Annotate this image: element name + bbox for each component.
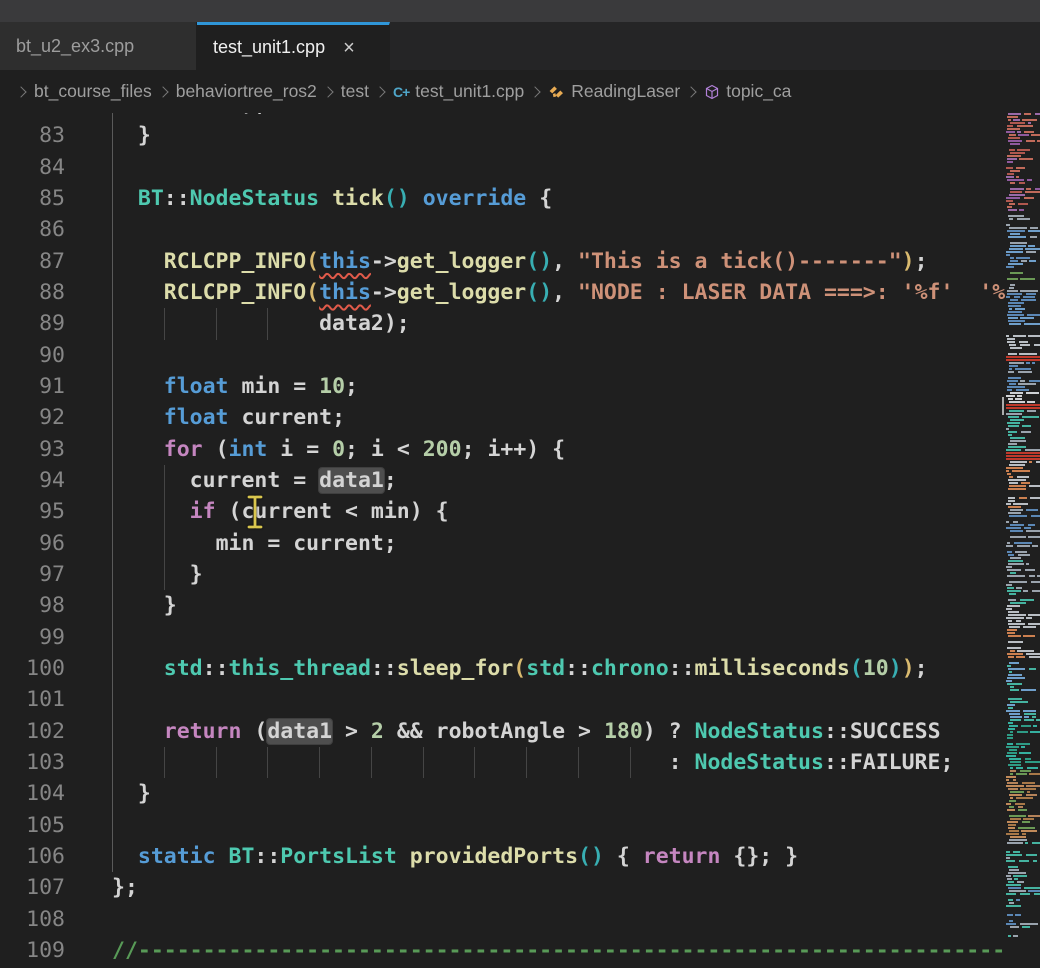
- code-line-98[interactable]: 98 }: [0, 590, 1040, 621]
- line-number[interactable]: 93: [0, 434, 65, 465]
- code-line-105[interactable]: 105: [0, 810, 1040, 841]
- line-number[interactable]: 89: [0, 308, 65, 339]
- class-icon: [548, 83, 565, 100]
- title-bar: [0, 0, 1040, 22]
- code-line-103[interactable]: 103 : NodeStatus::FAILURE;: [0, 747, 1040, 778]
- breadcrumb: bt_course_files behaviortree_ros2 test C+te…: [0, 70, 1040, 113]
- chevron-right-icon: [157, 86, 168, 97]
- chevron-right-icon: [530, 86, 541, 97]
- code-line-100[interactable]: 100 std::this_thread::sleep_for(std::chr…: [0, 653, 1040, 684]
- line-number[interactable]: 107: [0, 872, 65, 903]
- indent-guide: [112, 340, 113, 371]
- line-number[interactable]: 98: [0, 590, 65, 621]
- code-line-102[interactable]: 102 return (data1 > 2 && robotAngle > 18…: [0, 716, 1040, 747]
- line-number[interactable]: 96: [0, 528, 65, 559]
- code-line-94[interactable]: 94 current = data1;: [0, 465, 1040, 496]
- code-line-90[interactable]: 90: [0, 340, 1040, 371]
- line-number[interactable]: 94: [0, 465, 65, 496]
- line-number[interactable]: 85: [0, 183, 65, 214]
- line-number[interactable]: 92: [0, 402, 65, 433]
- tab-bt_u2_ex3[interactable]: bt_u2_ex3.cpp: [0, 22, 197, 70]
- minimap-handle[interactable]: [1002, 397, 1004, 415]
- chevron-right-icon: [374, 86, 385, 97]
- line-number[interactable]: 83: [0, 120, 65, 151]
- breadcrumb-item-bt-course-files[interactable]: bt_course_files: [34, 81, 152, 102]
- namespace-cube-icon: [704, 84, 720, 100]
- breadcrumb-item-topic-ca[interactable]: topic_ca: [704, 81, 791, 102]
- code-line-109[interactable]: 109//-----------------------------------…: [0, 935, 1040, 966]
- line-number[interactable]: 95: [0, 496, 65, 527]
- code-line-97[interactable]: 97 }: [0, 559, 1040, 590]
- code-line-85[interactable]: 85 BT::NodeStatus tick() override {: [0, 183, 1040, 214]
- indent-guide: [112, 684, 113, 715]
- code-area[interactable]: 82 "%f");83 }8485 BT::NodeStatus tick() …: [0, 89, 1040, 966]
- breadcrumb-item-readinglaser[interactable]: ReadingLaser: [548, 81, 680, 102]
- line-number[interactable]: 97: [0, 559, 65, 590]
- breadcrumb-item-test-unit1-cpp[interactable]: C+test_unit1.cpp: [393, 81, 524, 102]
- code-line-96[interactable]: 96 min = current;: [0, 528, 1040, 559]
- code-line-99[interactable]: 99: [0, 622, 1040, 653]
- line-number[interactable]: 104: [0, 778, 65, 809]
- tab-test_unit1[interactable]: test_unit1.cpp ×: [197, 22, 390, 70]
- indent-guide: [112, 152, 113, 183]
- code-line-104[interactable]: 104 }: [0, 778, 1040, 809]
- line-number[interactable]: 102: [0, 716, 65, 747]
- tab-label: bt_u2_ex3.cpp: [16, 36, 134, 57]
- tab-label: test_unit1.cpp: [213, 37, 325, 58]
- line-number[interactable]: 90: [0, 340, 65, 371]
- close-icon[interactable]: ×: [343, 38, 355, 58]
- minimap[interactable]: [1006, 113, 1040, 968]
- line-number[interactable]: 86: [0, 214, 65, 245]
- line-number[interactable]: 100: [0, 653, 65, 684]
- line-number[interactable]: 106: [0, 841, 65, 872]
- code-line-108[interactable]: 108: [0, 904, 1040, 935]
- line-number[interactable]: 108: [0, 904, 65, 935]
- tab-bar: bt_u2_ex3.cpp test_unit1.cpp ×: [0, 22, 1040, 70]
- line-number[interactable]: 105: [0, 810, 65, 841]
- chevron-right-icon: [322, 86, 333, 97]
- editor[interactable]: 82 "%f");83 }8485 BT::NodeStatus tick() …: [0, 70, 1040, 968]
- indent-guide: [112, 810, 113, 841]
- code-line-91[interactable]: 91 float min = 10;: [0, 371, 1040, 402]
- code-line-86[interactable]: 86: [0, 214, 1040, 245]
- code-line-89[interactable]: 89 data2);: [0, 308, 1040, 339]
- breadcrumb-item-behaviortree-ros2[interactable]: behaviortree_ros2: [176, 81, 317, 102]
- line-number[interactable]: 103: [0, 747, 65, 778]
- chevron-right-icon: [686, 86, 697, 97]
- code-line-83[interactable]: 83 }: [0, 120, 1040, 151]
- line-number[interactable]: 87: [0, 246, 65, 277]
- code-line-101[interactable]: 101: [0, 684, 1040, 715]
- code-line-87[interactable]: 87 RCLCPP_INFO(this->get_logger(), "This…: [0, 246, 1040, 277]
- line-number[interactable]: 99: [0, 622, 65, 653]
- code-line-84[interactable]: 84: [0, 152, 1040, 183]
- code-line-88[interactable]: 88 RCLCPP_INFO(this->get_logger(), "NODE…: [0, 277, 1040, 308]
- code-line-95[interactable]: 95 if (current < min) {: [0, 496, 1040, 527]
- code-line-92[interactable]: 92 float current;: [0, 402, 1040, 433]
- line-number[interactable]: 88: [0, 277, 65, 308]
- line-number[interactable]: 91: [0, 371, 65, 402]
- breadcrumb-item-test[interactable]: test: [341, 81, 369, 102]
- text-cursor-icon: [245, 493, 265, 531]
- indent-guide: [112, 214, 113, 245]
- code-line-93[interactable]: 93 for (int i = 0; i < 200; i++) {: [0, 434, 1040, 465]
- code-line-106[interactable]: 106 static BT::PortsList providedPorts()…: [0, 841, 1040, 872]
- chevron-right-icon[interactable]: [15, 86, 26, 97]
- cpp-file-icon: C+: [393, 84, 409, 100]
- line-number[interactable]: 109: [0, 935, 65, 966]
- line-number[interactable]: 84: [0, 152, 65, 183]
- indent-guide: [112, 622, 113, 653]
- code-line-107[interactable]: 107};: [0, 872, 1040, 903]
- line-number[interactable]: 101: [0, 684, 65, 715]
